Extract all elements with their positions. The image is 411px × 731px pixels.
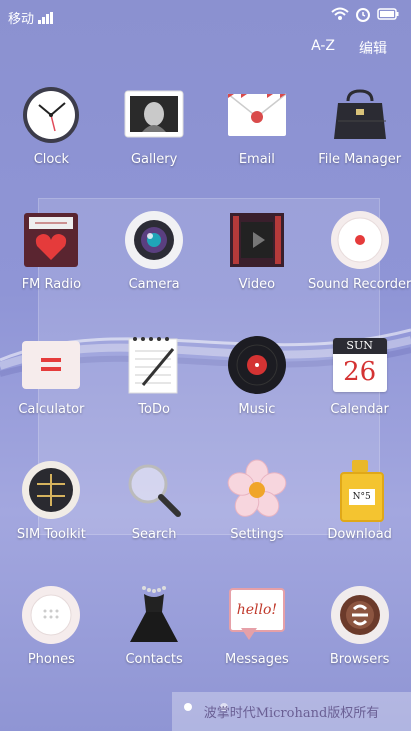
settings-icon <box>226 459 288 521</box>
app-label: Sound Recorder <box>307 277 411 292</box>
app-clock[interactable]: Clock <box>0 84 103 209</box>
video-icon <box>226 209 288 271</box>
app-video[interactable]: Video <box>206 209 309 334</box>
perfume-label: N°5 <box>348 489 375 505</box>
messages-icon: hello! <box>226 584 288 646</box>
app-file-manager[interactable]: File Manager <box>308 84 411 209</box>
app-browsers[interactable]: Browsers <box>308 584 411 709</box>
calendar-icon: SUN 26 <box>329 334 391 396</box>
app-music[interactable]: Music <box>206 334 309 459</box>
app-fm-radio[interactable]: FM Radio <box>0 209 103 334</box>
browser-icon <box>329 584 391 646</box>
app-label: Email <box>238 152 275 167</box>
edit-button[interactable]: 编辑 <box>359 38 387 58</box>
app-calendar[interactable]: SUN 26 Calendar <box>308 334 411 459</box>
app-label: ToDo <box>138 402 170 417</box>
app-phones[interactable]: Phones <box>0 584 103 709</box>
clock-icon <box>20 84 82 146</box>
sim-icon <box>20 459 82 521</box>
app-sound-recorder[interactable]: Sound Recorder <box>308 209 411 334</box>
app-label: Browsers <box>329 652 390 667</box>
calendar-month: SUN <box>332 338 387 354</box>
app-label: Video <box>238 277 276 292</box>
app-label: Phones <box>27 652 75 667</box>
battery-icon <box>377 8 399 20</box>
app-download[interactable]: N°5 Download <box>308 459 411 584</box>
todo-icon <box>123 334 185 396</box>
message-text: hello! <box>236 602 278 618</box>
app-settings[interactable]: Settings <box>206 459 309 584</box>
app-contacts[interactable]: Contacts <box>103 584 206 709</box>
app-label: Calculator <box>18 402 85 417</box>
radio-icon <box>20 209 82 271</box>
top-bar: A-Z 编辑 <box>311 38 387 58</box>
az-sort-button[interactable]: A-Z <box>311 38 335 58</box>
app-label: Messages <box>225 652 289 667</box>
watermark: 波掌时代Microhand版权所有 <box>172 692 411 731</box>
app-grid: Clock Gallery Email File Manager FM Radi… <box>0 84 411 709</box>
app-label: Music <box>238 402 276 417</box>
app-label: SIM Toolkit <box>16 527 86 542</box>
app-label: Gallery <box>130 152 178 167</box>
app-label: Clock <box>33 152 70 167</box>
search-icon <box>123 459 185 521</box>
app-label: Download <box>327 527 392 542</box>
music-icon <box>226 334 288 396</box>
camera-icon <box>123 209 185 271</box>
signal-icon <box>38 11 54 24</box>
app-messages[interactable]: hello! Messages <box>206 584 309 709</box>
carrier-label: 移动 <box>8 12 35 27</box>
wifi-icon <box>331 7 349 20</box>
calendar-day: 26 <box>343 357 377 387</box>
email-icon <box>226 84 288 146</box>
alarm-icon <box>356 8 370 22</box>
app-sim-toolkit[interactable]: SIM Toolkit <box>0 459 103 584</box>
calculator-icon <box>20 334 82 396</box>
app-label: Settings <box>230 527 284 542</box>
recorder-icon <box>329 209 391 271</box>
app-email[interactable]: Email <box>206 84 309 209</box>
app-label: Contacts <box>125 652 183 667</box>
contacts-icon <box>123 584 185 646</box>
app-camera[interactable]: Camera <box>103 209 206 334</box>
app-todo[interactable]: ToDo <box>103 334 206 459</box>
file-manager-icon <box>329 84 391 146</box>
download-icon: N°5 <box>329 459 391 522</box>
app-label: FM Radio <box>21 277 82 292</box>
home-screen: 移动 A-Z 编辑 Clock Gallery Email File Manag… <box>0 0 411 731</box>
gallery-icon <box>123 84 185 146</box>
app-label: Search <box>131 527 177 542</box>
app-search[interactable]: Search <box>103 459 206 584</box>
app-calculator[interactable]: Calculator <box>0 334 103 459</box>
status-bar: 移动 <box>0 0 411 30</box>
app-gallery[interactable]: Gallery <box>103 84 206 209</box>
phone-icon <box>20 584 82 646</box>
app-label: Camera <box>128 277 180 292</box>
app-label: Calendar <box>330 402 389 417</box>
app-label: File Manager <box>318 152 402 167</box>
